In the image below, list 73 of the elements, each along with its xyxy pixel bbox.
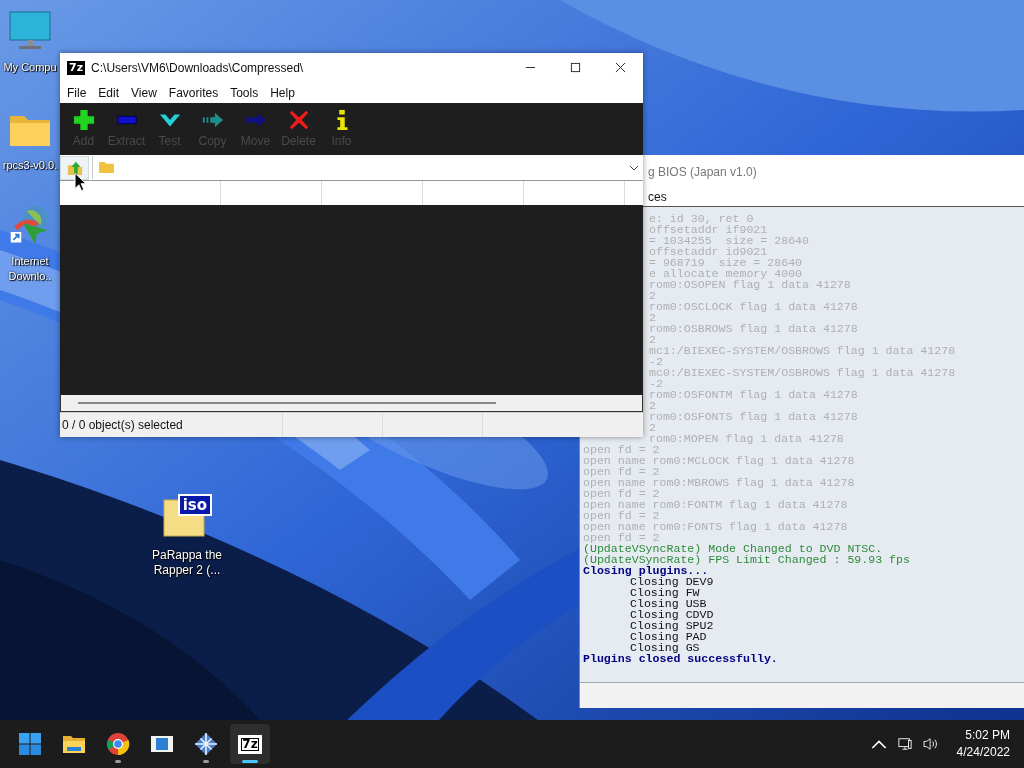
log-line: 2	[648, 290, 657, 301]
log-line: 2	[648, 422, 657, 433]
x-mark-icon	[287, 109, 310, 131]
menu-item[interactable]: Help	[265, 85, 302, 100]
status-text: 0 / 0 object(s) selected	[60, 413, 283, 437]
diamond-grid-icon[interactable]	[194, 732, 218, 756]
network-icon[interactable]	[896, 737, 913, 751]
log-line: rom0:MOPEN flag 1 data 41278	[648, 433, 845, 444]
window-title: g BIOS (Japan v1.0)	[648, 164, 757, 179]
log-line: open fd = 2	[583, 510, 661, 521]
log-line: Closing DEV9	[630, 576, 715, 587]
window-title: C:\Users\VM6\Downloads\Compressed\	[91, 60, 305, 75]
menu-item[interactable]: Edit	[93, 85, 127, 100]
folder-icon	[98, 161, 115, 174]
log-line: open name rom0:MCLOCK flag 1 data 41278	[583, 455, 856, 466]
menu-item[interactable]: Tools	[225, 85, 266, 100]
log-line: open name rom0:MBROWS flag 1 data 41278	[583, 477, 856, 488]
log-line: 2	[648, 312, 657, 323]
log-line: = 1034255 size = 28640	[648, 235, 811, 246]
log-line: (UpdateVSyncRate) FPS Limit Changed : 59.93 fps	[583, 554, 911, 565]
chrome-icon[interactable]	[106, 732, 130, 756]
log-line: rom0:OSCLOCK flag 1 data 41278	[648, 301, 859, 312]
log-line: open name rom0:FONTS flag 1 data 41278	[583, 521, 849, 532]
log-line: Closing SPU2	[629, 620, 715, 631]
log-line: mc1:/BIEXEC-SYSTEM/OSBROWS flag 1 data 41278	[648, 345, 957, 356]
log-line: -2	[648, 356, 664, 367]
menu-item[interactable]: View	[126, 85, 164, 100]
log-line: offsetaddr if9021	[648, 224, 769, 235]
log-line: open fd = 2	[583, 466, 661, 477]
app-logo: 7z	[67, 60, 86, 75]
log-line: rom0:OSFONTS flag 1 data 41278	[648, 411, 859, 422]
scrollbar-thumb[interactable]	[78, 402, 496, 404]
dropdown-caret-icon[interactable]	[629, 164, 639, 171]
log-line: Closing GS	[629, 642, 701, 653]
plus-icon	[72, 109, 95, 131]
log-line: Closing plugins...	[583, 565, 710, 576]
log-line: = 968719 size = 28640	[648, 257, 804, 268]
log-line: open fd = 2	[583, 532, 661, 543]
log-line: 2	[648, 334, 657, 345]
menu-item[interactable]: Favorites	[163, 85, 226, 100]
log-line: Plugins closed successfully.	[583, 653, 779, 664]
log-line: Closing CDVD	[629, 609, 715, 620]
log-line: rom0:OSOPEN flag 1 data 41278	[648, 279, 852, 290]
app-logo[interactable]: 7z	[238, 734, 262, 754]
log-line: open fd = 2	[583, 444, 661, 455]
log-line: offsetaddr id9021	[648, 246, 769, 257]
iso-label: iso	[177, 494, 212, 516]
log-line: rom0:OSBROWS flag 1 data 41278	[648, 323, 859, 334]
up-folder-button[interactable]	[60, 155, 89, 180]
log-line: 2	[648, 400, 657, 411]
clock-time[interactable]: 5:02 PM	[965, 727, 1010, 744]
volume-icon[interactable]	[922, 737, 939, 751]
log-line: e allocate memory 4000	[648, 268, 804, 279]
log-line: Closing USB	[629, 598, 708, 609]
log-line: open name rom0:FONTM flag 1 data 41278	[583, 499, 849, 510]
log-line: rom0:OSFONTM flag 1 data 41278	[648, 389, 859, 400]
desktop-icon-label[interactable]: PaRappa the Rapper 2 (...	[151, 548, 223, 578]
horizontal-scrollbar[interactable]	[60, 395, 643, 412]
menu-item[interactable]: ces	[648, 190, 667, 204]
start-icon[interactable]	[18, 732, 42, 756]
log-line: Closing PAD	[629, 631, 708, 642]
mouse-cursor-icon	[74, 172, 87, 192]
maximize-icon[interactable]	[570, 62, 581, 73]
menu-item[interactable]: File	[62, 85, 94, 100]
taskbar-button[interactable]: 7z	[230, 724, 270, 764]
log-line: Closing FW	[629, 587, 701, 598]
clock-date[interactable]: 4/24/2022	[956, 744, 1010, 761]
log-line: (UpdateVSyncRate) Mode Changed to DVD NTSC.	[583, 543, 884, 554]
log-line: open fd = 2	[583, 488, 661, 499]
close-icon[interactable]	[615, 62, 626, 73]
log-line: -2	[648, 378, 664, 389]
log-line: mc0:/BIEXEC-SYSTEM/OSBROWS flag 1 data 41278	[648, 367, 957, 378]
folder-up-icon	[66, 159, 83, 176]
